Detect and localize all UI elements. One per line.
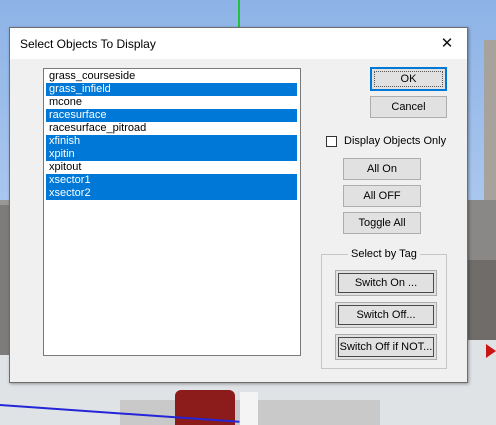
select-objects-dialog: Select Objects To Display ✕ grass_course… [9, 27, 468, 383]
list-item[interactable]: racesurface [46, 109, 297, 122]
switch-off-button[interactable]: Switch Off... [335, 302, 437, 328]
all-on-button-label: All On [367, 163, 397, 175]
dialog-title: Select Objects To Display [20, 37, 156, 51]
switch-off-button-label: Switch Off... [356, 309, 416, 321]
all-off-button-label: All OFF [363, 190, 401, 202]
list-item[interactable]: racesurface_pitroad [46, 122, 297, 135]
display-objects-only-label: Display Objects Only [344, 135, 447, 147]
list-item[interactable]: xsector1 [46, 174, 297, 187]
list-item[interactable]: mcone [46, 96, 297, 109]
toggle-all-button[interactable]: Toggle All [343, 212, 421, 234]
list-item[interactable]: xfinish [46, 135, 297, 148]
scenery-building [466, 260, 496, 340]
select-by-tag-legend: Select by Tag [348, 248, 420, 260]
display-objects-only-checkbox[interactable] [326, 135, 337, 147]
switch-on-button-label: Switch On ... [354, 277, 418, 289]
y-axis-line [238, 0, 240, 30]
switch-off-if-not-button-label: Switch Off if NOT... [339, 341, 433, 353]
list-item[interactable]: grass_infield [46, 83, 297, 96]
switch-off-if-not-button[interactable]: Switch Off if NOT... [335, 334, 437, 360]
dialog-titlebar[interactable]: Select Objects To Display ✕ [10, 28, 467, 59]
scenery-white-object [240, 392, 258, 425]
list-item[interactable]: xpitin [46, 148, 297, 161]
x-axis-arrow-icon [486, 344, 496, 358]
list-item[interactable]: grass_courseside [46, 70, 297, 83]
ok-button-label: OK [400, 73, 417, 85]
list-item[interactable]: xpitout [46, 161, 297, 174]
scenery-building [484, 40, 496, 220]
all-off-button[interactable]: All OFF [343, 185, 421, 207]
display-objects-only-row[interactable]: Display Objects Only [326, 134, 446, 148]
list-item[interactable]: xsector2 [46, 187, 297, 200]
all-on-button[interactable]: All On [343, 158, 421, 180]
switch-on-button[interactable]: Switch On ... [335, 270, 437, 296]
cancel-button-label: Cancel [391, 101, 426, 113]
objects-listbox[interactable]: grass_courseside grass_infield mcone racesu… [43, 68, 301, 356]
cancel-button[interactable]: Cancel [370, 96, 447, 118]
toggle-all-button-label: Toggle All [358, 217, 406, 229]
close-icon[interactable]: ✕ [427, 28, 467, 59]
ok-button[interactable]: OK [370, 67, 447, 91]
